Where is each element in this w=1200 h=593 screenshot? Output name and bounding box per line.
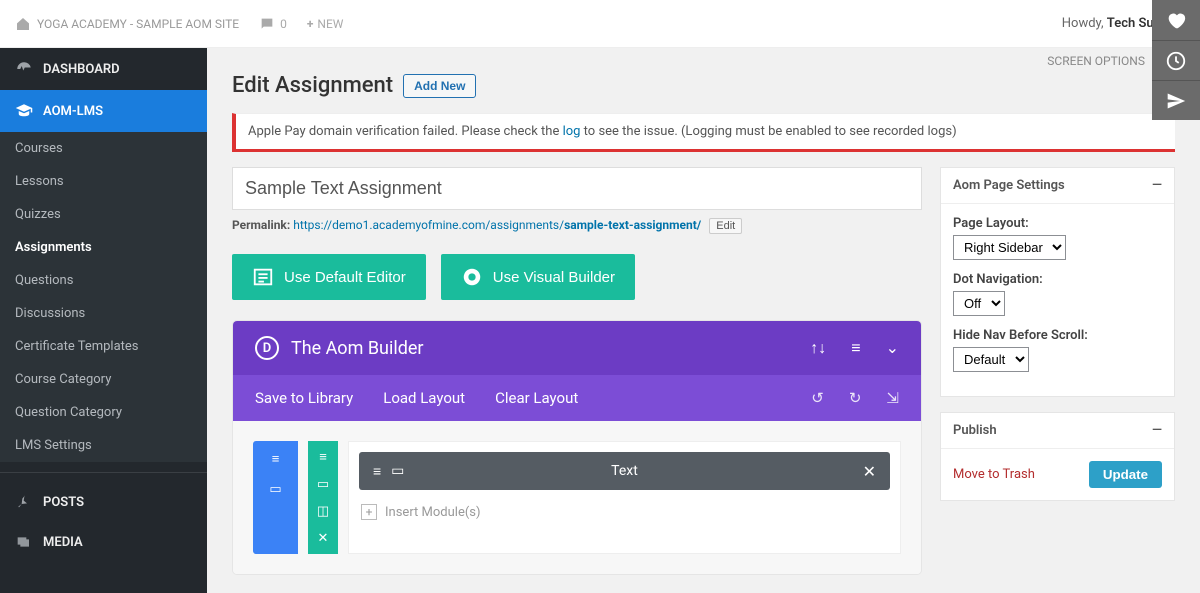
site-name: YOGA ACADEMY - SAMPLE AOM SITE: [37, 17, 239, 31]
close-icon[interactable]: ✕: [318, 531, 329, 546]
module-icon: ▭: [391, 463, 404, 480]
subitem-assignments[interactable]: Assignments: [0, 231, 207, 264]
float-heart-button[interactable]: [1152, 0, 1200, 40]
use-default-editor-button[interactable]: Use Default Editor: [232, 254, 426, 300]
clear-layout-link[interactable]: Clear Layout: [495, 389, 578, 407]
columns-icon: ▭: [317, 477, 329, 492]
media-label: MEDIA: [43, 535, 83, 550]
plus-icon: +: [307, 17, 314, 31]
hide-nav-select[interactable]: Default: [953, 347, 1029, 372]
dashboard-icon: [15, 60, 33, 78]
module-title: Text: [611, 463, 638, 479]
collapse-icon[interactable]: —: [1152, 178, 1162, 193]
module-close-icon[interactable]: ✕: [863, 462, 876, 481]
page-layout-select[interactable]: Right Sidebar: [953, 235, 1066, 260]
site-link[interactable]: YOGA ACADEMY - SAMPLE AOM SITE: [15, 16, 239, 32]
chevron-down-icon[interactable]: ⌄: [886, 338, 899, 358]
posts-label: POSTS: [43, 495, 84, 510]
aom-lms-label: AOM-LMS: [43, 104, 103, 119]
dashboard-label: DASHBOARD: [43, 62, 120, 77]
new-content-link[interactable]: + NEW: [307, 17, 344, 31]
subitem-discussions[interactable]: Discussions: [0, 297, 207, 330]
insert-module-button[interactable]: + Insert Module(s): [359, 500, 890, 524]
subitem-quizzes[interactable]: Quizzes: [0, 198, 207, 231]
page-settings-title: Aom Page Settings: [953, 178, 1065, 193]
sort-icon[interactable]: ↑↓: [810, 338, 826, 358]
error-notice: Apple Pay domain verification failed. Pl…: [232, 113, 1175, 152]
comment-icon: [259, 16, 275, 32]
sidebar-item-dashboard[interactable]: DASHBOARD: [0, 48, 207, 90]
subitem-course-category[interactable]: Course Category: [0, 363, 207, 396]
media-icon: [15, 534, 33, 550]
clock-icon: [1165, 50, 1187, 72]
add-new-button[interactable]: Add New: [403, 74, 476, 98]
expand-icon[interactable]: ⇲: [886, 389, 899, 407]
permalink-edit-button[interactable]: Edit: [709, 218, 742, 234]
row-handle[interactable]: ≡ ▭ ◫ ✕: [308, 441, 338, 554]
heart-icon: [1165, 9, 1187, 31]
dot-nav-label: Dot Navigation:: [953, 272, 1162, 287]
drag-icon: ≡: [272, 451, 280, 467]
sidebar-item-posts[interactable]: POSTS: [0, 482, 207, 522]
save-to-library-link[interactable]: Save to Library: [255, 389, 353, 407]
dot-nav-select[interactable]: Off: [953, 291, 1005, 316]
sidebar-item-aom-lms[interactable]: AOM-LMS: [0, 90, 207, 132]
subitem-lessons[interactable]: Lessons: [0, 165, 207, 198]
load-layout-link[interactable]: Load Layout: [383, 389, 465, 407]
builder-logo-icon: D: [255, 336, 279, 360]
menu-separator: [0, 462, 207, 482]
column-icon: ◫: [317, 504, 329, 519]
screen-options-toggle[interactable]: SCREEN OPTIONS: [207, 48, 1200, 68]
log-link[interactable]: log: [563, 124, 581, 139]
plus-icon: +: [361, 504, 377, 520]
eye-icon: [461, 266, 483, 288]
hide-nav-label: Hide Nav Before Scroll:: [953, 328, 1162, 343]
collapse-icon[interactable]: —: [1152, 423, 1162, 438]
list-icon: [252, 266, 274, 288]
paper-plane-icon: [1166, 91, 1186, 111]
permalink-row: Permalink: https://demo1.academyofmine.c…: [232, 218, 922, 234]
drag-icon: ≡: [319, 449, 327, 465]
subitem-questions[interactable]: Questions: [0, 264, 207, 297]
hamburger-icon[interactable]: ≡: [851, 338, 860, 358]
float-send-button[interactable]: [1152, 80, 1200, 120]
comments-link[interactable]: 0: [259, 16, 287, 32]
undo-icon[interactable]: ↺: [811, 389, 824, 407]
page-layout-label: Page Layout:: [953, 216, 1162, 231]
move-to-trash-link[interactable]: Move to Trash: [953, 467, 1035, 482]
subitem-question-category[interactable]: Question Category: [0, 396, 207, 429]
text-module-bar[interactable]: ≡ ▭ Text ✕: [359, 452, 890, 490]
subitem-courses[interactable]: Courses: [0, 132, 207, 165]
new-label: NEW: [317, 17, 343, 31]
page-title: Edit Assignment: [232, 73, 393, 98]
subitem-certificate-templates[interactable]: Certificate Templates: [0, 330, 207, 363]
comment-count: 0: [280, 17, 287, 31]
builder-title: The Aom Builder: [291, 338, 424, 359]
sidebar-item-media[interactable]: MEDIA: [0, 522, 207, 562]
drag-icon: ≡: [373, 463, 381, 480]
float-history-button[interactable]: [1152, 40, 1200, 80]
layout-icon: ▭: [269, 482, 281, 497]
pin-icon: [15, 494, 33, 510]
subitem-lms-settings[interactable]: LMS Settings: [0, 429, 207, 462]
graduation-cap-icon: [15, 102, 33, 120]
section-handle[interactable]: ≡ ▭: [253, 441, 298, 554]
publish-title: Publish: [953, 423, 997, 438]
update-button[interactable]: Update: [1089, 461, 1162, 488]
redo-icon[interactable]: ↻: [849, 389, 862, 407]
post-title-input[interactable]: [232, 167, 922, 210]
home-icon: [15, 16, 31, 32]
permalink-link[interactable]: https://demo1.academyofmine.com/assignme…: [293, 218, 701, 232]
use-visual-builder-button[interactable]: Use Visual Builder: [441, 254, 635, 300]
